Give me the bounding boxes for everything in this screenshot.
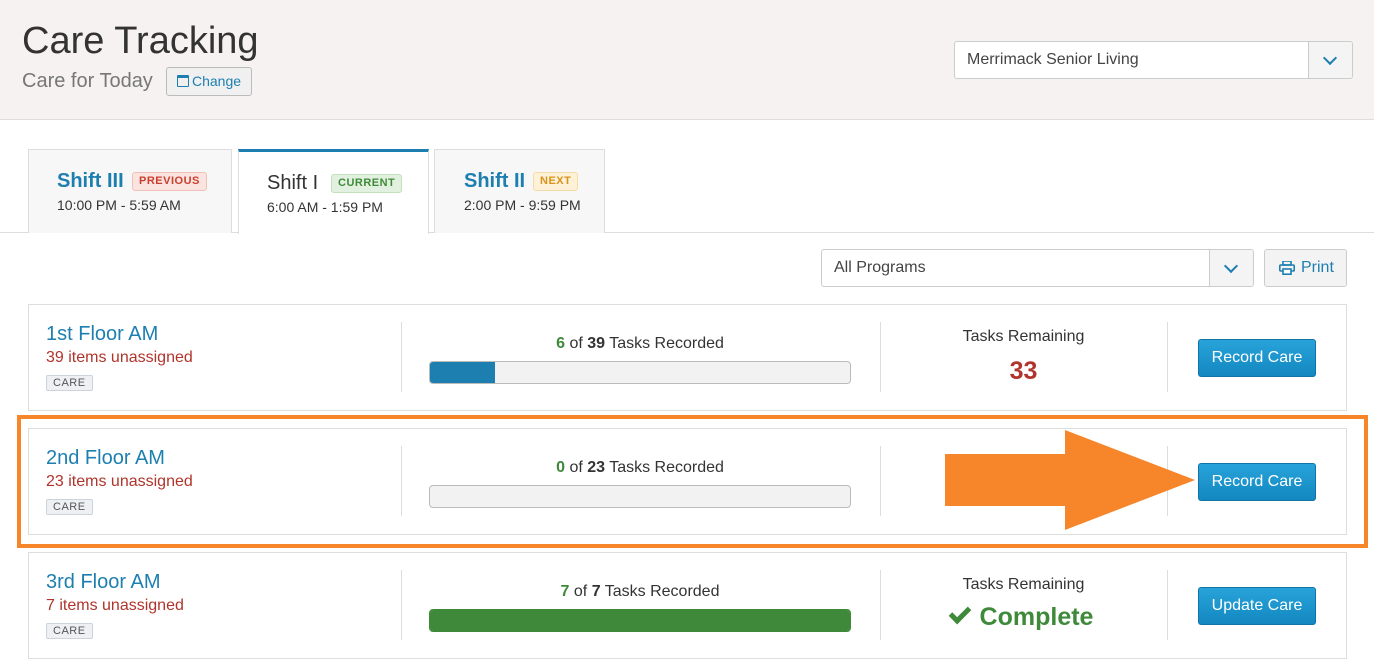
calendar-icon xyxy=(177,75,189,87)
record-care-button[interactable]: Record Care xyxy=(1198,463,1316,501)
divider xyxy=(880,446,881,516)
tasks-remaining-label: Tasks Remaining xyxy=(962,328,1085,345)
divider xyxy=(401,570,402,640)
tasks-of-word: of xyxy=(569,335,583,352)
tasks-total-count: 23 xyxy=(587,459,606,476)
care-group-card: 2nd Floor AM 23 items unassigned CARE 0 … xyxy=(28,428,1347,535)
tasks-total-count: 39 xyxy=(587,335,606,352)
tasks-of-word: of xyxy=(573,583,588,600)
tasks-recorded-label: Tasks Recorded xyxy=(609,459,724,476)
tasks-recorded-text: 0 of 23 Tasks Recorded xyxy=(429,459,851,477)
unassigned-count: 7 items unassigned xyxy=(46,597,184,614)
update-care-button[interactable]: Update Care xyxy=(1198,587,1316,625)
care-group-title[interactable]: 1st Floor AM xyxy=(46,323,158,346)
divider xyxy=(401,322,402,392)
divider xyxy=(1167,446,1168,516)
chevron-down-icon xyxy=(1223,258,1239,274)
tab-status-badge: CURRENT xyxy=(331,174,403,193)
tasks-recorded-label: Tasks Recorded xyxy=(609,335,724,352)
care-group-card: 3rd Floor AM 7 items unassigned CARE 7 o… xyxy=(28,552,1347,659)
tasks-done-count: 6 xyxy=(556,335,565,352)
tab-shift-time: 10:00 PM - 5:59 AM xyxy=(57,197,181,213)
tasks-done-count: 0 xyxy=(556,459,565,476)
tab-shift-name: Shift II xyxy=(464,170,526,192)
printer-icon xyxy=(1279,261,1295,275)
print-button[interactable]: Print xyxy=(1264,249,1347,287)
tab-shift-i[interactable]: Shift I CURRENT 6:00 AM - 1:59 PM xyxy=(238,149,429,234)
divider xyxy=(401,446,402,516)
complete-label: Complete xyxy=(979,603,1094,631)
tab-status-badge: PREVIOUS xyxy=(132,172,207,191)
care-tag: CARE xyxy=(46,375,93,391)
programs-select-toggle[interactable] xyxy=(1209,250,1253,286)
tasks-progress-bar xyxy=(429,609,851,632)
progress-fill xyxy=(430,610,850,631)
tab-shift-name: Shift III xyxy=(57,170,124,192)
change-button-label: Change xyxy=(192,73,242,89)
tab-status-badge: NEXT xyxy=(533,172,579,191)
care-tag: CARE xyxy=(46,499,93,515)
page-subtitle: Care for Today xyxy=(22,70,153,92)
facility-select-toggle[interactable] xyxy=(1308,42,1352,78)
programs-select-value: All Programs xyxy=(834,259,926,276)
tab-shift-iii[interactable]: Shift III PREVIOUS 10:00 PM - 5:59 AM xyxy=(28,149,232,233)
tasks-progress-bar xyxy=(429,485,851,508)
unassigned-count: 23 items unassigned xyxy=(46,473,193,490)
care-tag: CARE xyxy=(46,623,93,639)
page-title: Care Tracking xyxy=(22,20,259,62)
tasks-remaining-label: Tasks Remaining xyxy=(962,576,1085,593)
print-button-label: Print xyxy=(1301,259,1334,276)
tasks-total-count: 7 xyxy=(591,583,601,600)
unassigned-count: 39 items unassigned xyxy=(46,349,193,366)
programs-select[interactable]: All Programs xyxy=(821,249,1254,287)
change-date-button[interactable]: Change xyxy=(166,67,253,96)
tab-shift-ii[interactable]: Shift II NEXT 2:00 PM - 9:59 PM xyxy=(434,149,605,233)
care-group-card: 1st Floor AM 39 items unassigned CARE 6 … xyxy=(28,304,1347,411)
care-group-title[interactable]: 3rd Floor AM xyxy=(46,571,160,594)
tasks-recorded-text: 7 of 7 Tasks Recorded xyxy=(429,583,851,601)
care-group-title[interactable]: 2nd Floor AM xyxy=(46,447,165,470)
divider xyxy=(1167,322,1168,392)
tasks-progress-bar xyxy=(429,361,851,384)
tasks-remaining-value: 33 xyxy=(1009,357,1038,385)
record-care-button[interactable]: Record Care xyxy=(1198,339,1316,377)
tasks-done-count: 7 xyxy=(560,583,570,600)
check-icon xyxy=(948,601,971,625)
tasks-recorded-label: Tasks Recorded xyxy=(604,583,720,600)
tab-shift-time: 6:00 AM - 1:59 PM xyxy=(267,199,383,215)
tab-shift-time: 2:00 PM - 9:59 PM xyxy=(464,197,581,213)
facility-select-value: Merrimack Senior Living xyxy=(967,51,1139,68)
page-header: Care Tracking Care for Today Change Merr… xyxy=(0,0,1374,120)
tasks-of-word: of xyxy=(569,459,583,476)
progress-fill xyxy=(430,362,495,383)
tasks-complete-status: Complete xyxy=(880,601,1167,632)
divider xyxy=(1167,570,1168,640)
facility-select[interactable]: Merrimack Senior Living xyxy=(954,41,1353,79)
tasks-recorded-text: 6 of 39 Tasks Recorded xyxy=(429,335,851,353)
chevron-down-icon xyxy=(1322,50,1338,66)
tab-shift-name: Shift I xyxy=(267,172,319,194)
